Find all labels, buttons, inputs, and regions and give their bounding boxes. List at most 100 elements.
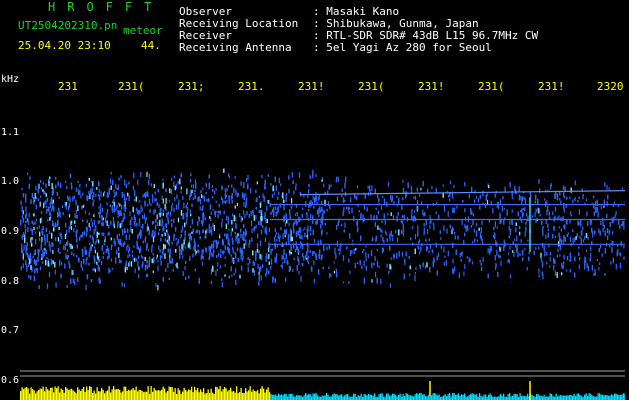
signal-pixel <box>364 194 366 199</box>
signal-pixel <box>164 238 166 242</box>
signal-pixel <box>570 214 572 217</box>
signal-pixel <box>435 211 437 214</box>
time-tick-label: 231( <box>478 80 505 93</box>
signal-pixel <box>239 247 241 253</box>
baseline-bar <box>294 396 296 400</box>
signal-pixel <box>275 185 277 191</box>
signal-pixel <box>570 211 572 214</box>
signal-pixel <box>371 237 373 242</box>
signal-pixel <box>343 281 345 284</box>
signal-pixel <box>312 195 314 201</box>
baseline-bar <box>555 393 557 400</box>
signal-pixel <box>156 202 158 206</box>
signal-pixel <box>252 212 254 217</box>
signal-pixel <box>375 271 377 278</box>
signal-pixel <box>259 203 262 208</box>
signal-pixel <box>278 177 280 184</box>
signal-pixel <box>132 258 134 261</box>
signal-pixel <box>170 189 173 194</box>
signal-pixel <box>188 242 190 249</box>
baseline-bar <box>188 389 190 400</box>
signal-pixel <box>251 228 253 234</box>
signal-pixel <box>313 278 316 284</box>
signal-pixel <box>91 235 94 240</box>
signal-pixel <box>572 199 574 204</box>
signal-pixel <box>464 232 466 237</box>
signal-pixel <box>612 257 614 264</box>
signal-pixel <box>290 205 293 209</box>
signal-pixel <box>90 245 92 251</box>
signal-pixel <box>449 180 452 185</box>
signal-pixel <box>98 232 100 235</box>
signal-pixel <box>319 249 321 256</box>
signal-pixel <box>423 227 425 233</box>
baseline-bar <box>56 388 58 400</box>
signal-pixel <box>169 188 171 194</box>
signal-pixel <box>169 257 171 264</box>
signal-pixel <box>211 185 214 188</box>
signal-pixel <box>472 213 475 217</box>
signal-pixel <box>463 271 465 276</box>
signal-pixel <box>34 192 36 199</box>
signal-pixel <box>417 200 419 205</box>
signal-pixel <box>493 227 495 230</box>
baseline-bar <box>87 390 89 400</box>
signal-pixel <box>217 262 219 267</box>
signal-pixel <box>234 176 236 179</box>
signal-pixel <box>471 211 473 216</box>
signal-pixel <box>157 285 159 291</box>
baseline-bar <box>413 396 415 400</box>
signal-pixel <box>54 264 56 268</box>
baseline-bar <box>543 394 545 400</box>
signal-pixel <box>137 246 139 251</box>
signal-pixel <box>159 212 161 218</box>
signal-pixel <box>336 224 338 230</box>
signal-pixel <box>524 248 526 251</box>
signal-pixel <box>578 209 580 215</box>
signal-pixel <box>242 192 244 198</box>
frequency-tick-label: 0.6 <box>1 375 20 386</box>
signal-pixel <box>64 244 66 251</box>
signal-pixel <box>22 263 24 269</box>
signal-pixel <box>66 255 68 260</box>
signal-pixel <box>564 195 566 199</box>
baseline-bar <box>300 395 302 400</box>
baseline-bar <box>614 393 616 400</box>
signal-pixel <box>52 260 54 265</box>
baseline-bar <box>389 395 391 400</box>
signal-pixel <box>208 174 210 179</box>
signal-pixel <box>158 245 160 250</box>
signal-pixel <box>112 200 114 204</box>
signal-pixel <box>115 257 117 264</box>
baseline-bar <box>524 396 526 400</box>
signal-pixel <box>66 285 68 289</box>
signal-pixel <box>231 220 233 225</box>
signal-pixel <box>264 237 266 243</box>
signal-pixel <box>177 180 179 185</box>
signal-pixel <box>417 230 419 237</box>
baseline-bar <box>575 395 577 400</box>
signal-pixel <box>179 178 181 185</box>
baseline-bar <box>339 394 341 400</box>
signal-pixel <box>30 265 32 270</box>
signal-pixel <box>306 212 308 215</box>
time-tick-label: 231. <box>238 80 265 93</box>
signal-pixel <box>444 255 446 258</box>
signal-pixel <box>248 214 250 218</box>
baseline-bar <box>38 390 40 400</box>
baseline-bar <box>51 387 53 400</box>
signal-pixel <box>577 200 579 203</box>
signal-pixel <box>203 195 205 202</box>
signal-pixel <box>268 245 270 248</box>
signal-pixel <box>503 247 505 251</box>
signal-pixel <box>490 246 493 252</box>
signal-pixel <box>349 270 351 275</box>
signal-pixel <box>580 237 582 243</box>
signal-pixel <box>493 234 495 238</box>
signal-pixel <box>609 222 611 227</box>
signal-pixel <box>28 212 30 218</box>
signal-pixel <box>566 234 568 237</box>
signal-pixel <box>301 235 303 240</box>
signal-pixel <box>465 216 467 221</box>
signal-pixel <box>222 239 224 245</box>
